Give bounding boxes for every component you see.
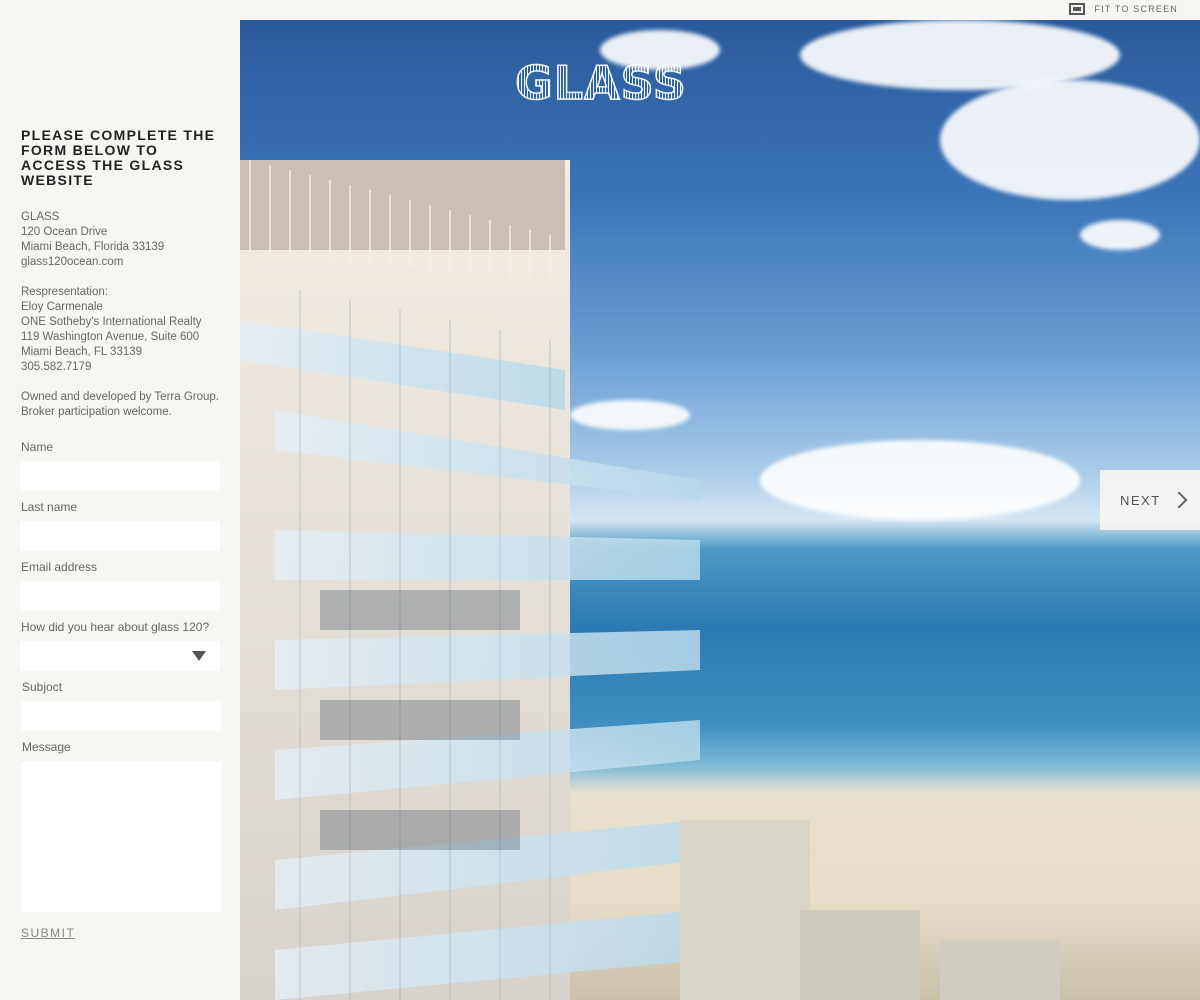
- hero-image: GLASS NEXT: [240, 20, 1200, 1000]
- chevron-right-icon: [1170, 491, 1188, 509]
- name-label: Name: [21, 440, 54, 454]
- cloud: [1080, 220, 1160, 250]
- email-label: Email address: [21, 560, 98, 574]
- hear-about-select[interactable]: [20, 641, 220, 671]
- cloud: [940, 80, 1200, 200]
- form-panel: PLEASE COMPLETE THE FORM BELOW TO ACCESS…: [0, 20, 240, 1000]
- form-heading: PLEASE COMPLETE THE FORM BELOW TO ACCESS…: [21, 127, 216, 188]
- beach-building: [800, 910, 920, 1000]
- subject-label: Subjoct: [22, 680, 63, 694]
- fit-screen-icon: [1069, 3, 1086, 15]
- email-input[interactable]: [20, 581, 220, 611]
- property-address: GLASS 120 Ocean Drive Miami Beach, Flori…: [21, 211, 165, 268]
- next-button[interactable]: NEXT: [1100, 470, 1200, 530]
- top-bar: FIT TO SCREEN: [0, 0, 1200, 20]
- glass-logo: GLASS: [514, 55, 687, 111]
- last-name-input[interactable]: [20, 521, 220, 551]
- beach-building: [680, 820, 810, 1000]
- fit-to-screen-button[interactable]: FIT TO SCREEN: [1069, 3, 1178, 15]
- caret-down-icon: [192, 651, 206, 661]
- hear-about-label: How did you hear about glass 120?: [21, 620, 210, 634]
- message-label: Message: [22, 740, 71, 754]
- building-illustration: [240, 160, 700, 1000]
- representation-info: Respresentation: Eloy Carmenale ONE Soth…: [21, 286, 202, 373]
- next-label: NEXT: [1120, 492, 1161, 508]
- subject-input[interactable]: [21, 701, 221, 731]
- beach-building: [940, 940, 1060, 1000]
- last-name-label: Last name: [21, 500, 78, 514]
- cloud: [760, 440, 1080, 520]
- developer-info: Owned and developed by Terra Group. Brok…: [21, 391, 219, 418]
- name-input[interactable]: [20, 461, 220, 491]
- fit-to-screen-label: FIT TO SCREEN: [1094, 4, 1178, 14]
- submit-button[interactable]: SUBMIT: [21, 926, 75, 940]
- message-textarea[interactable]: [21, 762, 221, 912]
